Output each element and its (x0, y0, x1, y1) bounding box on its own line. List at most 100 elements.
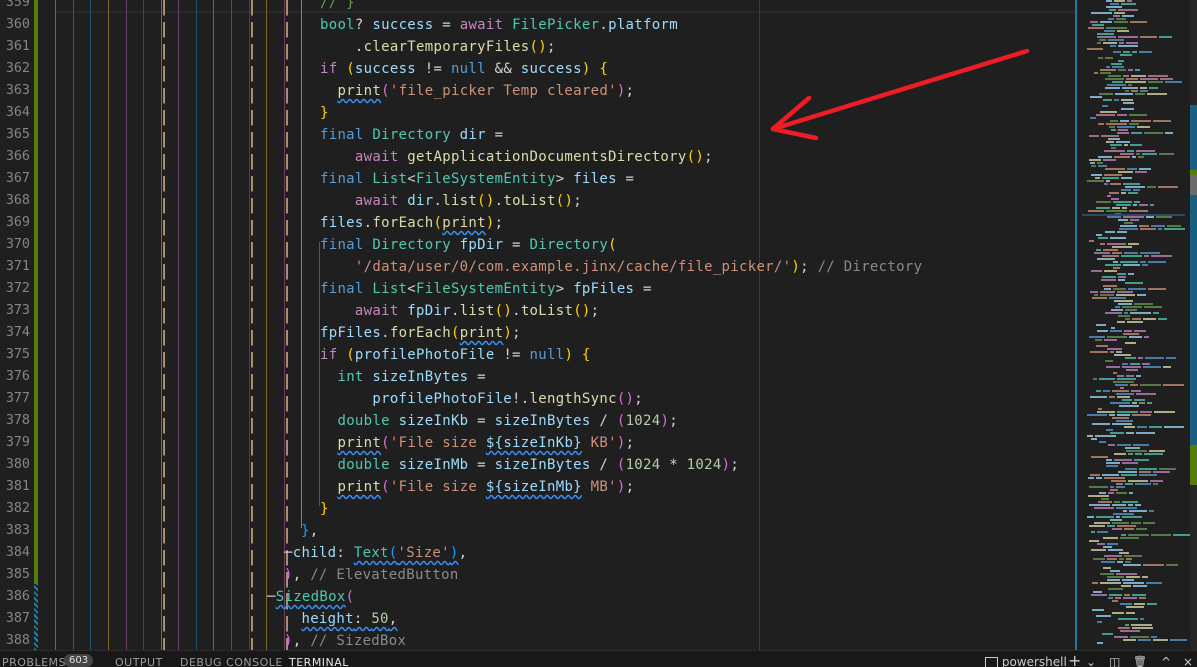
code-line[interactable]: } (320, 498, 329, 520)
code-line[interactable]: if (profilePhotoFile != null) { (320, 344, 591, 366)
code-line[interactable]: double sizeInKb = sizeInBytes / (1024); (320, 410, 678, 432)
minimap-line (1139, 204, 1148, 206)
code-token: await (354, 303, 408, 319)
code-line[interactable]: // } (320, 0, 355, 14)
minimap-line (1089, 240, 1094, 242)
code-line[interactable]: profilePhotoFile!.lengthSync(); (320, 388, 643, 410)
minimap-line (1126, 576, 1140, 578)
minimap-line (1129, 114, 1147, 116)
minimap-line (1153, 120, 1171, 122)
minimap-line (1114, 636, 1128, 638)
minimap-line (1092, 609, 1104, 611)
terminal-selector[interactable]: powershell (985, 655, 1067, 667)
code-line[interactable]: .clearTemporaryFiles(); (320, 36, 556, 58)
code-line[interactable]: ─child: Text('Size'), (284, 542, 467, 564)
code-token: ( (388, 545, 398, 561)
code-line[interactable]: print('file_picker Temp cleared'); (320, 80, 634, 102)
code-line[interactable]: files.forEach(print); (320, 212, 503, 234)
kill-terminal-icon[interactable]: 🗑 (1133, 655, 1147, 667)
minimap-line (1113, 513, 1134, 515)
minimap-line (1110, 519, 1122, 521)
minimap-line (1116, 573, 1137, 575)
line-number: 383 (5, 523, 30, 538)
code-token: ) (284, 633, 293, 649)
indent-guide (55, 0, 56, 650)
minimap-line (1143, 564, 1164, 566)
code-token: ) (485, 215, 495, 231)
minimap-line (1133, 444, 1149, 446)
minimap-line (1091, 456, 1108, 458)
code-token: list (442, 193, 478, 209)
tab-problems[interactable]: PROBLEMS (2, 656, 66, 667)
tab-terminal[interactable]: TERMINAL (289, 656, 349, 667)
split-terminal-icon[interactable]: ◫ (1109, 655, 1120, 667)
code-line[interactable]: final List<FileSystemEntity> fpFiles = (320, 278, 652, 300)
minimap-line (1143, 318, 1156, 320)
minimap-line (1110, 351, 1114, 353)
code-line[interactable]: await dir.list().toList(); (320, 190, 582, 212)
minimap-line (1112, 423, 1132, 425)
code-line[interactable]: await getApplicationDocumentsDirectory()… (320, 146, 713, 168)
code-token: = (485, 127, 504, 143)
code-line[interactable]: double sizeInMb = sizeInBytes / (1024 * … (320, 454, 739, 476)
code-line[interactable]: print('File size ${sizeInKb} KB'); (320, 432, 634, 454)
minimap-line (1088, 27, 1104, 29)
code-token: List (372, 171, 408, 187)
minimap-line (1091, 12, 1112, 14)
minimap-line (1092, 297, 1107, 299)
code-line[interactable]: '/data/user/0/com.example.jinx/cache/fil… (320, 256, 922, 278)
code-line[interactable]: ─SizedBox( (267, 586, 354, 608)
code-line[interactable]: } (320, 102, 329, 124)
minimap-line (1096, 516, 1114, 518)
code-line[interactable]: ), // ElevatedButton (284, 564, 459, 586)
code-line[interactable]: }, (301, 520, 318, 542)
maximize-panel-icon[interactable]: ^ (1161, 655, 1171, 667)
minimap-line (1091, 270, 1102, 272)
minimap-line (1127, 321, 1143, 323)
close-panel-icon[interactable]: × (1183, 655, 1193, 667)
minimap-line (1159, 36, 1172, 38)
gutter-added-bar[interactable] (34, 584, 38, 650)
minimap-line (1096, 249, 1101, 251)
code-editor[interactable]: 359 360 361 362 363 364 365 366 367 368 369 370 371 3… (0, 0, 1197, 650)
minimap[interactable] (1077, 0, 1193, 650)
code-line[interactable]: fpFiles.forEach(print); (320, 322, 521, 344)
code-line[interactable]: final Directory dir = (320, 124, 503, 146)
code-token: KB' (581, 435, 617, 451)
minimap-line (1164, 426, 1184, 428)
code-token: double (337, 413, 399, 429)
code-token: ( (608, 237, 617, 253)
minimap-line (1149, 87, 1158, 89)
minimap-line (1096, 234, 1102, 236)
code-line[interactable]: final List<FileSystemEntity> files = (320, 168, 634, 190)
minimap-line (1116, 492, 1127, 494)
new-terminal-button[interactable]: + (1068, 651, 1081, 667)
minimap-line (1108, 492, 1114, 494)
code-token: && (485, 61, 521, 77)
terminal-dropdown-icon[interactable]: ⌄ (1086, 655, 1096, 667)
minimap-line (1140, 90, 1148, 92)
minimap-line (1121, 108, 1134, 110)
minimap-line (1112, 207, 1120, 209)
code-line[interactable]: if (success != null && success) { (320, 58, 608, 80)
tab-debug-console[interactable]: DEBUG CONSOLE (180, 656, 283, 667)
code-line[interactable]: height: 50, (284, 608, 398, 630)
tab-output[interactable]: OUTPUT (115, 656, 163, 667)
code-line[interactable]: bool? success = await FilePicker.platfor… (320, 14, 678, 36)
gutter-modified-bar[interactable] (34, 0, 38, 584)
code-token: sizeInBytes (372, 369, 469, 385)
code-line[interactable]: int sizeInBytes = (320, 366, 486, 388)
code-token: < (407, 171, 417, 187)
minimap-line (1106, 462, 1120, 464)
code-line[interactable]: ), // SizedBox (284, 630, 406, 650)
code-line[interactable]: final Directory fpDir = Directory( (320, 234, 617, 256)
minimap-line (1120, 537, 1139, 539)
scrollbar-thumb[interactable] (1190, 175, 1197, 195)
code-line[interactable]: await fpDir.list().toList(); (320, 300, 599, 322)
minimap-line (1107, 579, 1120, 581)
minimap-line (1117, 114, 1127, 116)
code-token: 1024 (686, 457, 722, 473)
code-line[interactable]: print('File size ${sizeInMb} MB'); (320, 476, 634, 498)
minimap-line (1126, 450, 1147, 452)
minimap-line (1134, 459, 1149, 461)
